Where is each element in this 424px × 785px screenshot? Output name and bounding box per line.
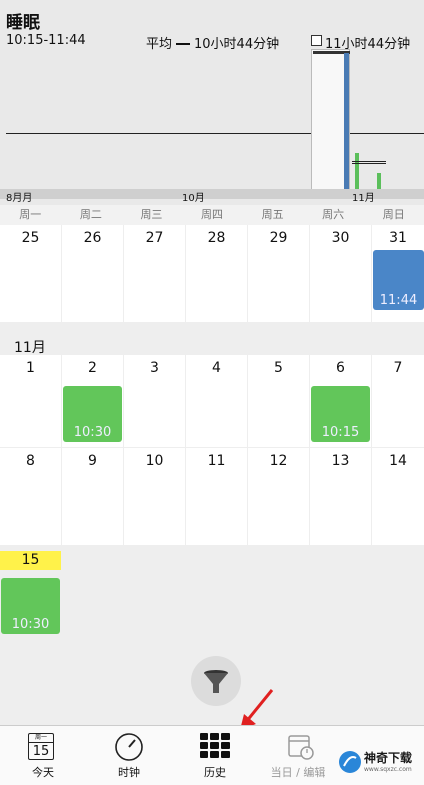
day-cell[interactable]: 4 xyxy=(186,355,247,447)
day-cell[interactable]: 27 xyxy=(124,225,185,322)
time-range: 10:15-11:44 xyxy=(6,33,86,48)
weekday-label: 周六 xyxy=(322,208,345,221)
calendar-icon: 周一 15 xyxy=(28,733,54,760)
app-screen: { "header": { "title": "睡眠", "time_range… xyxy=(0,0,424,785)
axis-label: 8月月 xyxy=(6,193,33,204)
axis-label: 11月 xyxy=(352,193,375,204)
tab-label: 时钟 xyxy=(118,766,140,779)
event-duration: 11:44 xyxy=(379,293,418,308)
event-duration: 10:30 xyxy=(73,425,112,440)
average-label: 平均 xyxy=(146,37,173,52)
day-cell[interactable]: 13 xyxy=(310,448,371,545)
day-number: 8 xyxy=(26,453,35,469)
day-number: 14 xyxy=(389,453,407,469)
day-number: 10 xyxy=(145,453,164,469)
tab-label: 今天 xyxy=(32,766,54,779)
calendar-clock-icon xyxy=(288,735,314,760)
brand-text: 神奇下载 xyxy=(364,751,413,765)
day-cell[interactable]: 7 xyxy=(372,355,424,447)
watermark-logo: 神奇下载 www.sqxzc.com xyxy=(338,748,418,780)
day-cell[interactable]: 2 10:30 xyxy=(62,355,123,447)
tab-today[interactable]: 周一 15 今天 xyxy=(0,726,86,785)
weekday-header: 周一 周二 周三 周四 周五 周六 周日 xyxy=(0,205,424,225)
weekday-label: 周五 xyxy=(261,208,284,221)
day-number: 7 xyxy=(393,360,403,376)
day-number: 2 xyxy=(88,360,97,376)
day-number: 31 xyxy=(389,230,407,246)
weekday-label: 周二 xyxy=(79,208,102,221)
day-cell[interactable]: 31 11:44 xyxy=(372,225,424,322)
clock-icon xyxy=(115,733,143,761)
average-summary: 平均 10小时44分钟 xyxy=(146,33,279,52)
weekday-label: 周日 xyxy=(382,208,405,221)
tab-day-edit[interactable]: 当日 / 编辑 xyxy=(258,726,344,785)
tab-history[interactable]: 历史 xyxy=(172,726,258,785)
average-value: 10小时44分钟 xyxy=(194,37,280,52)
day-cell[interactable]: 26 xyxy=(62,225,123,322)
day-number: 30 xyxy=(331,230,350,246)
day-number: 13 xyxy=(331,453,350,469)
weekday-label: 周三 xyxy=(140,208,163,221)
day-number: 9 xyxy=(88,453,97,469)
day-cell[interactable]: 28 xyxy=(186,225,247,322)
month-label: 11月 xyxy=(14,340,46,356)
tab-label: 历史 xyxy=(204,766,226,779)
day-cell[interactable]: 14 xyxy=(372,448,424,545)
selection-legend-box xyxy=(311,35,322,46)
day-number: 3 xyxy=(150,360,159,376)
average-line-legend xyxy=(176,42,191,45)
day-cell[interactable]: 9 xyxy=(62,448,123,545)
page-title: 睡眠 xyxy=(6,13,40,33)
weekday-label: 周一 xyxy=(19,208,42,221)
day-cell[interactable]: 25 xyxy=(0,225,61,322)
filter-button[interactable] xyxy=(191,656,241,706)
day-cell[interactable]: 5 xyxy=(248,355,309,447)
day-cell[interactable]: 3 xyxy=(124,355,185,447)
day-number: 27 xyxy=(145,230,164,246)
sleep-bar-selected[interactable] xyxy=(344,53,349,189)
day-number: 4 xyxy=(212,360,221,376)
day-number: 26 xyxy=(83,230,102,246)
day-number: 28 xyxy=(207,230,226,246)
day-number: 11 xyxy=(207,453,226,469)
event-duration: 10:15 xyxy=(321,425,360,440)
day-cell[interactable]: 1 xyxy=(0,355,61,447)
sleep-event-selected[interactable]: 11:44 xyxy=(373,250,424,310)
sleep-event[interactable]: 10:30 xyxy=(1,578,60,634)
day-number: 6 xyxy=(336,360,345,376)
day-number: 25 xyxy=(21,230,40,246)
day-cell[interactable]: 8 xyxy=(0,448,61,545)
today-day-number: 15 xyxy=(0,551,61,570)
tab-clock[interactable]: 时钟 xyxy=(86,726,172,785)
history-calendar: 25 26 27 28 29 30 31 11:44 11月 1 2 10:30… xyxy=(0,225,424,725)
sleep-event[interactable]: 10:15 xyxy=(311,386,370,442)
day-cell[interactable]: 11 xyxy=(186,448,247,545)
day-cell[interactable]: 29 xyxy=(248,225,309,322)
day-cell[interactable]: 12 xyxy=(248,448,309,545)
average-marker xyxy=(352,161,386,164)
sleep-bar[interactable] xyxy=(355,153,359,189)
calendar-icon-day: 15 xyxy=(32,744,50,759)
brand-site: www.sqxzc.com xyxy=(364,766,412,773)
day-cell[interactable]: 30 xyxy=(310,225,371,322)
day-number: 29 xyxy=(269,230,288,246)
sleep-bar[interactable] xyxy=(377,173,381,189)
brand-icon xyxy=(339,751,361,773)
day-cell[interactable]: 10 xyxy=(124,448,185,545)
average-reference-line xyxy=(6,133,424,134)
day-number: 1 xyxy=(26,360,35,376)
sleep-chart[interactable]: 睡眠 10:15-11:44 平均 10小时44分钟 11小时44分钟 8月月 1… xyxy=(0,0,424,205)
day-number: 12 xyxy=(269,453,288,469)
grid-icon xyxy=(200,733,230,758)
calendar-icon-weekday: 周一 xyxy=(29,734,53,743)
tab-label: 当日 / 编辑 xyxy=(270,766,326,779)
funnel-icon xyxy=(204,670,228,693)
day-cell-today[interactable]: 15 10:30 xyxy=(0,551,61,637)
axis-label: 10月 xyxy=(182,193,205,204)
event-duration: 10:30 xyxy=(11,617,50,632)
sleep-event[interactable]: 10:30 xyxy=(63,386,122,442)
day-cell[interactable]: 6 10:15 xyxy=(310,355,371,447)
day-number: 5 xyxy=(274,360,283,376)
weekday-label: 周四 xyxy=(201,208,224,221)
